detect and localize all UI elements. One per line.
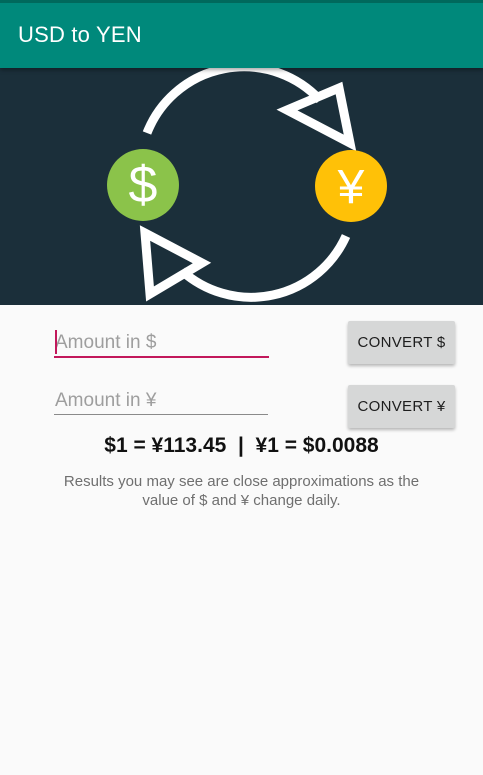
dollar-symbol: $ [129, 156, 158, 214]
yen-amount-field[interactable] [54, 386, 268, 415]
currency-exchange-banner: $ ¥ [0, 68, 483, 305]
yen-field-underline [54, 414, 268, 415]
yen-coin-icon: ¥ [315, 150, 387, 222]
exchange-arrows-graphic: $ ¥ [107, 68, 387, 302]
bottom-arrow-arc [179, 234, 351, 302]
text-cursor [55, 330, 57, 354]
top-arrow-head [276, 81, 357, 152]
disclaimer-text: Results you may see are close approximat… [63, 473, 420, 509]
exchange-rate-text: $1 = ¥113.45 | ¥1 = $0.0088 [104, 434, 379, 457]
dollar-coin-icon: $ [107, 149, 179, 221]
yen-amount-input[interactable] [54, 386, 268, 415]
status-strip [0, 0, 483, 3]
usd-amount-input[interactable] [54, 328, 269, 358]
convert-yen-button[interactable]: CONVERT ¥ [348, 385, 455, 428]
usd-amount-field[interactable] [54, 328, 269, 358]
app-bar: USD to YEN [0, 0, 483, 68]
app-title: USD to YEN [18, 22, 142, 47]
top-arrow-arc [142, 68, 324, 135]
usd-field-underline [54, 356, 269, 358]
convert-usd-button[interactable]: CONVERT $ [348, 321, 455, 364]
yen-symbol: ¥ [337, 161, 365, 214]
